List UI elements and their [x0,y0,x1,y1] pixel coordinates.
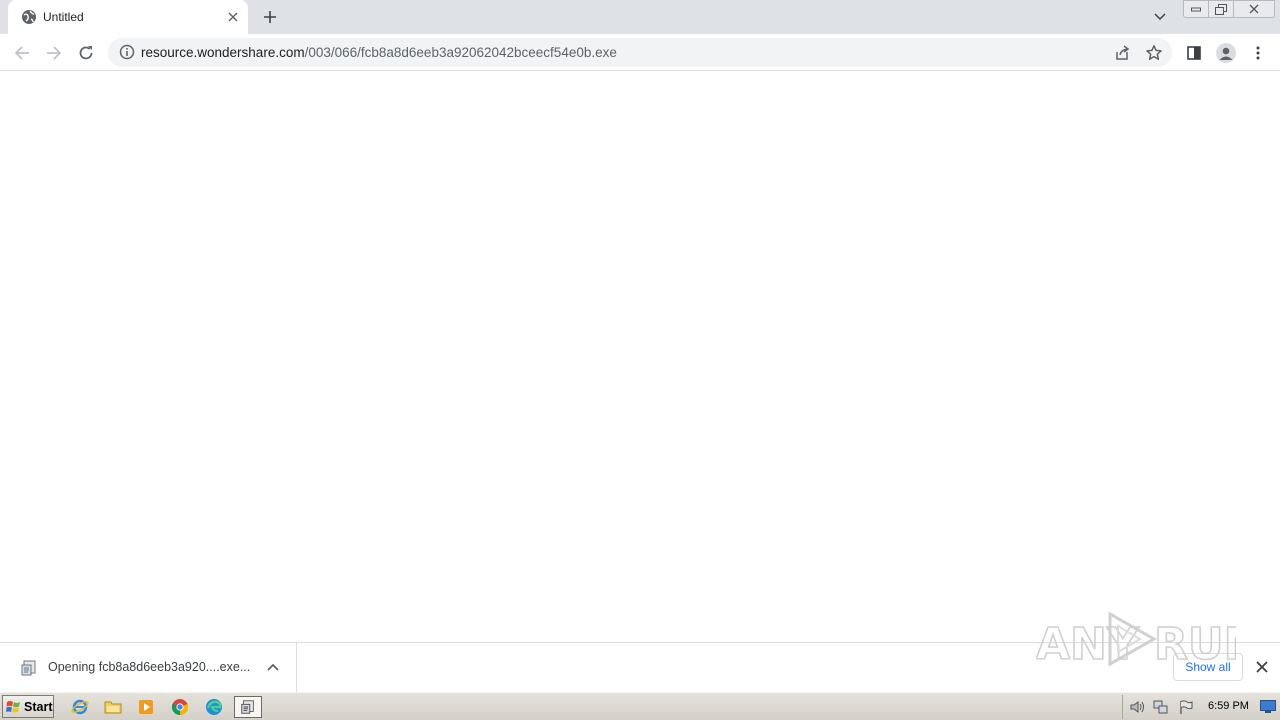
tab-strip: Untitled [0,0,1280,34]
person-icon [1216,43,1236,63]
side-panel-icon[interactable] [1183,42,1205,64]
volume-icon[interactable] [1129,699,1145,715]
close-icon[interactable] [1253,658,1271,676]
url-text[interactable]: resource.wondershare.com/003/066/fcb8a8d… [141,45,617,60]
edge-icon[interactable] [200,696,228,718]
internet-explorer-icon[interactable] [66,696,94,718]
windows-logo-icon [6,700,20,712]
taskbar-clock[interactable]: 6:59 PM [1208,700,1249,712]
installer-file-icon [21,660,36,676]
page-content [0,72,1280,642]
back-arrow-icon[interactable] [11,42,33,64]
installer-icon[interactable] [234,696,262,718]
system-tray [1122,695,1280,719]
forward-arrow-icon[interactable] [43,42,65,64]
share-icon[interactable] [1113,44,1131,62]
download-shelf: Opening fcb8a8d6eeb3a920....exe... Show … [0,642,1280,692]
download-filename: Opening fcb8a8d6eeb3a920....exe... [48,660,251,674]
browser-toolbar: resource.wondershare.com/003/066/fcb8a8d… [0,34,1280,71]
media-player-icon[interactable] [132,696,160,718]
action-center-flag-icon[interactable] [1178,699,1194,715]
tab-untitled[interactable]: Untitled [8,0,248,34]
chrome-icon[interactable] [166,696,194,718]
start-label: Start [24,699,53,714]
info-icon[interactable] [119,44,135,60]
show-all-button[interactable]: Show all [1173,653,1243,681]
url-path: /003/066/fcb8a8d6eeb3a92062042bceecf54e0… [304,45,617,60]
window-close-button[interactable] [1233,0,1275,18]
restore-button[interactable] [1208,0,1234,18]
new-tab-icon[interactable] [259,6,281,28]
profile-avatar[interactable] [1215,42,1237,64]
start-button[interactable]: Start [2,695,54,718]
globe-icon [22,10,36,24]
network-icon[interactable] [1153,699,1169,715]
download-item[interactable]: Opening fcb8a8d6eeb3a920....exe... [0,643,297,692]
chevron-up-icon[interactable] [265,659,281,675]
tab-close-icon[interactable] [224,8,242,26]
show-desktop-icon[interactable] [1260,700,1276,713]
more-menu-icon[interactable] [1247,42,1269,64]
minimize-button[interactable] [1183,0,1209,18]
folder-icon[interactable] [99,696,127,718]
reload-icon[interactable] [75,42,97,64]
chevron-down-icon[interactable] [1151,8,1169,26]
address-bar[interactable]: resource.wondershare.com/003/066/fcb8a8d… [108,38,1172,67]
windows-taskbar: Start 6:59 PM [0,692,1280,720]
url-host: resource.wondershare.com [141,45,305,60]
bookmark-star-icon[interactable] [1145,44,1163,62]
tab-title: Untitled [43,10,84,24]
